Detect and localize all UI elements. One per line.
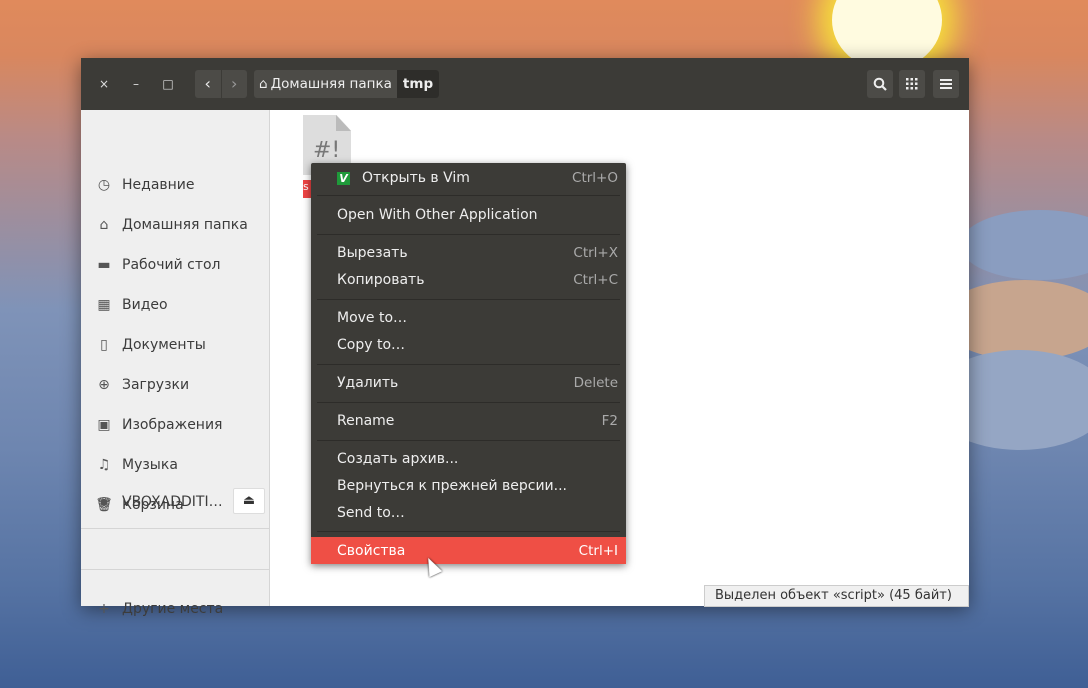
- sidebar-item-recent[interactable]: ◷ Недавние: [95, 173, 195, 197]
- menu-label: Свойства: [337, 542, 406, 559]
- shortcut: Ctrl+C: [573, 271, 618, 288]
- shortcut: F2: [601, 412, 618, 429]
- sidebar-item-home[interactable]: ⌂ Домашняя папка: [95, 213, 248, 237]
- menu-item-rename[interactable]: Rename F2: [311, 407, 626, 434]
- sidebar-item-label: Музыка: [122, 457, 178, 473]
- menu-label: Вернуться к прежней версии...: [337, 477, 568, 494]
- menu-separator: [317, 195, 620, 196]
- menu-label: Send to…: [337, 504, 405, 521]
- menu-item-properties[interactable]: Свойства Ctrl+I: [311, 537, 626, 564]
- plus-icon: +: [98, 601, 110, 617]
- menu-separator: [317, 364, 620, 365]
- menu-label: Копировать: [337, 271, 425, 288]
- sidebar-item-label: Рабочий стол: [122, 257, 221, 273]
- context-menu: V Открыть в Vim Ctrl+O Open With Other App…: [311, 163, 626, 564]
- sidebar-item-vbox[interactable]: ◉ VBOXADDITI…: [95, 490, 223, 514]
- menu-item-move-to[interactable]: Move to…: [311, 304, 626, 331]
- shortcut: Ctrl+I: [578, 542, 618, 559]
- menu-label: Вырезать: [337, 244, 408, 261]
- home-icon: ⌂: [259, 76, 268, 92]
- shortcut: Ctrl+X: [573, 244, 618, 261]
- menu-item-revert[interactable]: Вернуться к прежней версии...: [311, 472, 626, 499]
- menu-button[interactable]: [933, 70, 959, 98]
- image-icon: ▣: [97, 417, 111, 433]
- sidebar-item-pictures[interactable]: ▣ Изображения: [95, 413, 222, 437]
- background-rock: [960, 210, 1088, 280]
- menu-label: Rename: [337, 412, 395, 429]
- search-icon: [873, 77, 887, 91]
- view-toggle-button[interactable]: [899, 70, 925, 98]
- menu-item-delete[interactable]: Удалить Delete: [311, 369, 626, 396]
- music-icon: ♫: [97, 457, 111, 473]
- forward-button[interactable]: ›: [220, 70, 248, 98]
- menu-separator: [317, 440, 620, 441]
- menu-item-cut[interactable]: Вырезать Ctrl+X: [311, 239, 626, 266]
- sidebar-item-label: Изображения: [122, 417, 223, 433]
- shortcut: Ctrl+O: [572, 169, 618, 186]
- breadcrumb: ⌂ Домашняя папка tmp: [254, 70, 440, 98]
- menu-item-copy-to[interactable]: Copy to…: [311, 331, 626, 358]
- film-icon: ▦: [97, 297, 111, 313]
- menu-item-compress[interactable]: Создать архив...: [311, 445, 626, 472]
- back-button[interactable]: ‹: [195, 70, 221, 98]
- shebang-glyph: #!: [313, 138, 341, 163]
- menu-label: Move to…: [337, 309, 408, 326]
- sidebar-item-label: Загрузки: [122, 377, 190, 393]
- menu-item-open-with[interactable]: Open With Other Application: [311, 201, 626, 228]
- file-fold: [336, 115, 351, 131]
- disc-icon: ◉: [97, 494, 111, 510]
- minimize-button[interactable]: –: [126, 74, 146, 94]
- menu-item-copy[interactable]: Копировать Ctrl+C: [311, 266, 626, 293]
- sidebar-item-label: Домашняя папка: [122, 217, 248, 233]
- sidebar-item-label: Другие места: [122, 601, 224, 617]
- sidebar-item-videos[interactable]: ▦ Видео: [95, 293, 168, 317]
- menu-label: Удалить: [337, 374, 399, 391]
- hamburger-menu-icon: [940, 79, 952, 89]
- menu-item-send-to[interactable]: Send to…: [311, 499, 626, 526]
- menu-label: Создать архив...: [337, 450, 459, 467]
- menu-label: Open With Other Application: [337, 206, 538, 223]
- eject-button[interactable]: ⏏: [233, 488, 265, 514]
- sidebar-divider: [81, 528, 269, 529]
- folder-icon: ▬: [97, 257, 111, 273]
- menu-separator: [317, 299, 620, 300]
- search-button[interactable]: [867, 70, 893, 98]
- shortcut: Delete: [573, 374, 618, 391]
- sidebar-item-downloads[interactable]: ⊕ Загрузки: [95, 373, 189, 397]
- close-button[interactable]: ×: [94, 74, 114, 94]
- header-bar: × – □ ‹ › ⌂ Домашняя папка tmp: [81, 58, 969, 110]
- sidebar-item-label: VBOXADDITI…: [122, 494, 223, 510]
- sidebar-item-music[interactable]: ♫ Музыка: [95, 453, 178, 477]
- menu-label: Copy to…: [337, 336, 406, 353]
- vim-icon: V: [337, 171, 350, 185]
- breadcrumb-home[interactable]: ⌂ Домашняя папка: [254, 70, 397, 98]
- menu-separator: [317, 402, 620, 403]
- maximize-button[interactable]: □: [158, 74, 178, 94]
- sidebar-item-label: Документы: [122, 337, 206, 353]
- sidebar-item-label: Видео: [122, 297, 168, 313]
- grid-view-icon: [906, 78, 918, 90]
- navigation-buttons: ‹ ›: [195, 70, 247, 98]
- home-icon: ⌂: [99, 217, 109, 233]
- sidebar: ◷ Недавние ⌂ Домашняя папка ▬ Рабочий стол …: [81, 110, 270, 617]
- menu-separator: [317, 531, 620, 532]
- clock-icon: ◷: [97, 177, 111, 193]
- download-icon: ⊕: [98, 377, 110, 393]
- breadcrumb-label: Домашняя папка: [270, 76, 392, 92]
- breadcrumb-tmp[interactable]: tmp: [396, 70, 440, 98]
- sidebar-item-desktop[interactable]: ▬ Рабочий стол: [95, 253, 221, 277]
- document-icon: ▯: [100, 337, 108, 353]
- sidebar-divider: [81, 569, 269, 570]
- sidebar-item-other-locations[interactable]: + Другие места: [95, 597, 223, 621]
- menu-item-open-vim[interactable]: V Открыть в Vim Ctrl+O: [311, 164, 626, 191]
- menu-separator: [317, 234, 620, 235]
- sidebar-item-label: Недавние: [122, 177, 195, 193]
- sidebar-item-documents[interactable]: ▯ Документы: [95, 333, 206, 357]
- status-bar: Выделен объект «script» (45 байт): [704, 585, 969, 607]
- eject-icon: ⏏: [242, 493, 256, 508]
- menu-label: Открыть в Vim: [362, 169, 470, 186]
